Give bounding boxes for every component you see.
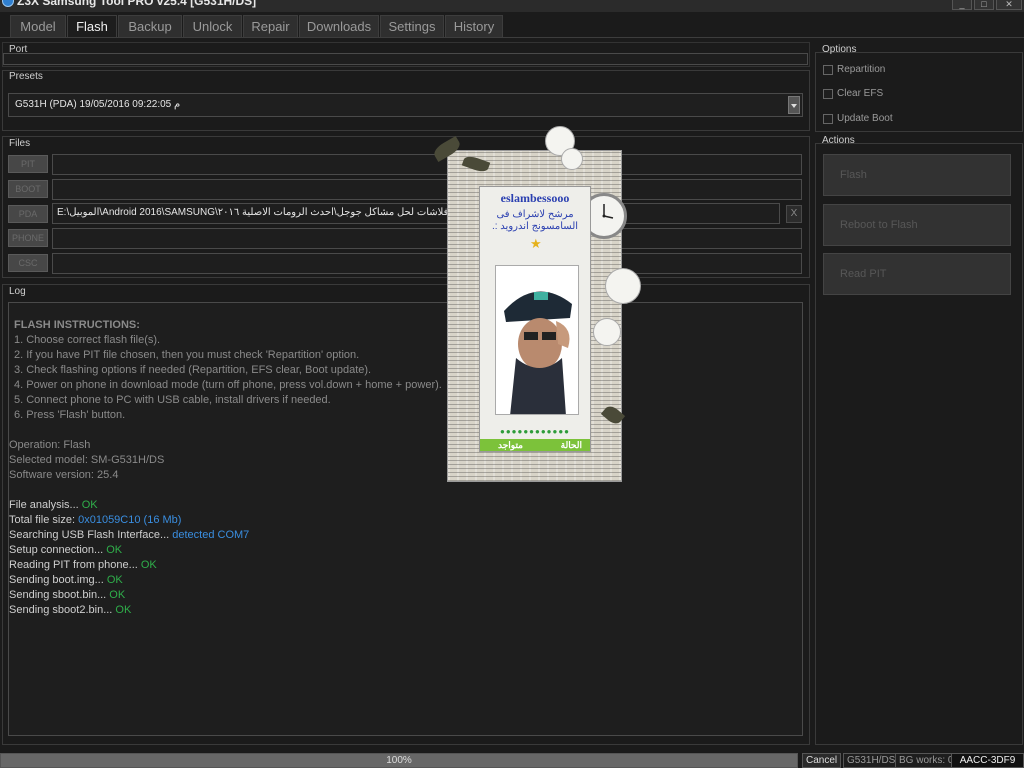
minimize-button[interactable]: _ <box>952 0 972 10</box>
log-entry-status: OK <box>81 499 98 511</box>
checkbox-box[interactable] <box>823 113 833 124</box>
serial-code: AACC-3DF9 <box>951 753 1024 768</box>
title-bar: Z3X Samsung Tool PRO v25.4 [G531H/DS] _ … <box>0 0 1024 12</box>
clear-efs-label: Clear EFS <box>837 88 884 99</box>
update-boot-label: Update Boot <box>837 113 893 124</box>
log-entry-text: Sending boot.img... <box>9 574 107 586</box>
actions-label: Actions <box>822 135 855 146</box>
progress-bar: 100% <box>0 753 798 768</box>
log-entry-text: File analysis... <box>9 499 82 511</box>
flower-decoration <box>561 148 583 170</box>
tab-divider <box>0 37 1024 38</box>
log-entry: Total file size: 0x01059C10 (16 Mb) <box>9 513 802 528</box>
status-label: الحالة <box>560 440 582 450</box>
star-icon: ★ <box>530 236 542 251</box>
tab-unlock[interactable]: Unlock <box>183 15 242 38</box>
csc-button[interactable]: CSC <box>8 254 48 272</box>
log-entry: Sending sboot2.bin... OK <box>9 603 802 618</box>
online-status-bar: متواجد الحالة <box>480 439 590 451</box>
presets-value: G531H (PDA) 19/05/2016 09:22:05 م <box>15 99 181 110</box>
avatar-overlay: eslambessooo مرشح لاشراف فى السامسونج ان… <box>431 118 693 490</box>
profile-photo <box>495 265 579 415</box>
tab-flash[interactable]: Flash <box>67 15 117 38</box>
tab-settings[interactable]: Settings <box>380 15 444 38</box>
log-entry-status: OK <box>115 604 132 616</box>
log-entry-text: Sending sboot2.bin... <box>9 604 116 616</box>
pda-button[interactable]: PDA <box>8 205 48 223</box>
log-entry: Reading PIT from phone... OK <box>9 558 802 573</box>
close-button[interactable]: ✕ <box>996 0 1022 10</box>
reboot-to-flash-button[interactable]: Reboot to Flash <box>823 204 1011 246</box>
flower-decoration <box>605 268 641 304</box>
status-dots: ●●●●●●●●●●●● <box>500 427 570 436</box>
log-entry-text: Sending sboot.bin... <box>9 589 110 601</box>
repartition-checkbox[interactable]: Repartition <box>823 64 885 75</box>
checkbox-box[interactable] <box>823 88 833 99</box>
log-label: Log <box>9 286 26 297</box>
boot-button[interactable]: BOOT <box>8 180 48 198</box>
model-status: G531H/DS <box>843 753 900 768</box>
log-entry-status: detected COM7 <box>172 529 250 541</box>
log-entry-text: Total file size: <box>9 514 79 526</box>
main-tabs: Model Flash Backup Unlock Repair Downloa… <box>10 15 504 38</box>
window-title: Z3X Samsung Tool PRO v25.4 [G531H/DS] <box>17 0 257 8</box>
update-boot-checkbox[interactable]: Update Boot <box>823 113 893 124</box>
online-label: متواجد <box>498 440 523 450</box>
bg-works-status: BG works: 0 <box>895 753 958 768</box>
presets-select[interactable]: G531H (PDA) 19/05/2016 09:22:05 م <box>8 93 803 117</box>
log-entry-text: Setup connection... <box>9 544 107 556</box>
tab-history[interactable]: History <box>445 15 503 38</box>
pda-clear-button[interactable]: X <box>786 205 802 223</box>
pit-button[interactable]: PIT <box>8 155 48 173</box>
tab-downloads[interactable]: Downloads <box>299 15 379 38</box>
log-entry-status: OK <box>106 544 123 556</box>
clear-efs-checkbox[interactable]: Clear EFS <box>823 88 883 99</box>
log-entry: File analysis... OK <box>9 498 802 513</box>
log-entry-text: Searching USB Flash Interface... <box>9 529 173 541</box>
tab-model[interactable]: Model <box>10 15 66 38</box>
log-entry: Searching USB Flash Interface... detecte… <box>9 528 802 543</box>
phone-button[interactable]: PHONE <box>8 229 48 247</box>
log-entry: Sending sboot.bin... OK <box>9 588 802 603</box>
log-entry-status: OK <box>140 559 157 571</box>
chevron-down-icon[interactable] <box>788 96 800 114</box>
cancel-button[interactable]: Cancel <box>802 753 842 768</box>
maximize-button[interactable]: □ <box>974 0 994 10</box>
repartition-label: Repartition <box>837 64 886 75</box>
read-pit-button[interactable]: Read PIT <box>823 253 1011 295</box>
window-controls: _ □ ✕ <box>952 0 1022 10</box>
flower-decoration <box>593 318 621 346</box>
checkbox-box[interactable] <box>823 64 833 75</box>
tab-backup[interactable]: Backup <box>118 15 182 38</box>
flash-button[interactable]: Flash <box>823 154 1011 196</box>
log-entry-status: OK <box>106 574 123 586</box>
profile-username: eslambessooo <box>500 191 570 205</box>
profile-card: eslambessooo مرشح لاشراف فى السامسونج ان… <box>479 186 591 452</box>
profile-bio: مرشح لاشراف فى السامسونج اندرويد :. <box>491 209 579 232</box>
files-label: Files <box>9 138 31 149</box>
progress-text: 100% <box>386 755 412 766</box>
log-entry: Setup connection... OK <box>9 543 802 558</box>
log-entry-status: 0x01059C10 (16 Mb) <box>78 514 182 526</box>
tab-repair[interactable]: Repair <box>243 15 298 38</box>
log-entry-text: Reading PIT from phone... <box>9 559 141 571</box>
options-label: Options <box>822 44 857 55</box>
presets-label: Presets <box>9 71 43 82</box>
port-field[interactable] <box>3 53 808 65</box>
app-logo-icon <box>2 0 14 7</box>
log-entry: Sending boot.img... OK <box>9 573 802 588</box>
log-entry-status: OK <box>109 589 126 601</box>
